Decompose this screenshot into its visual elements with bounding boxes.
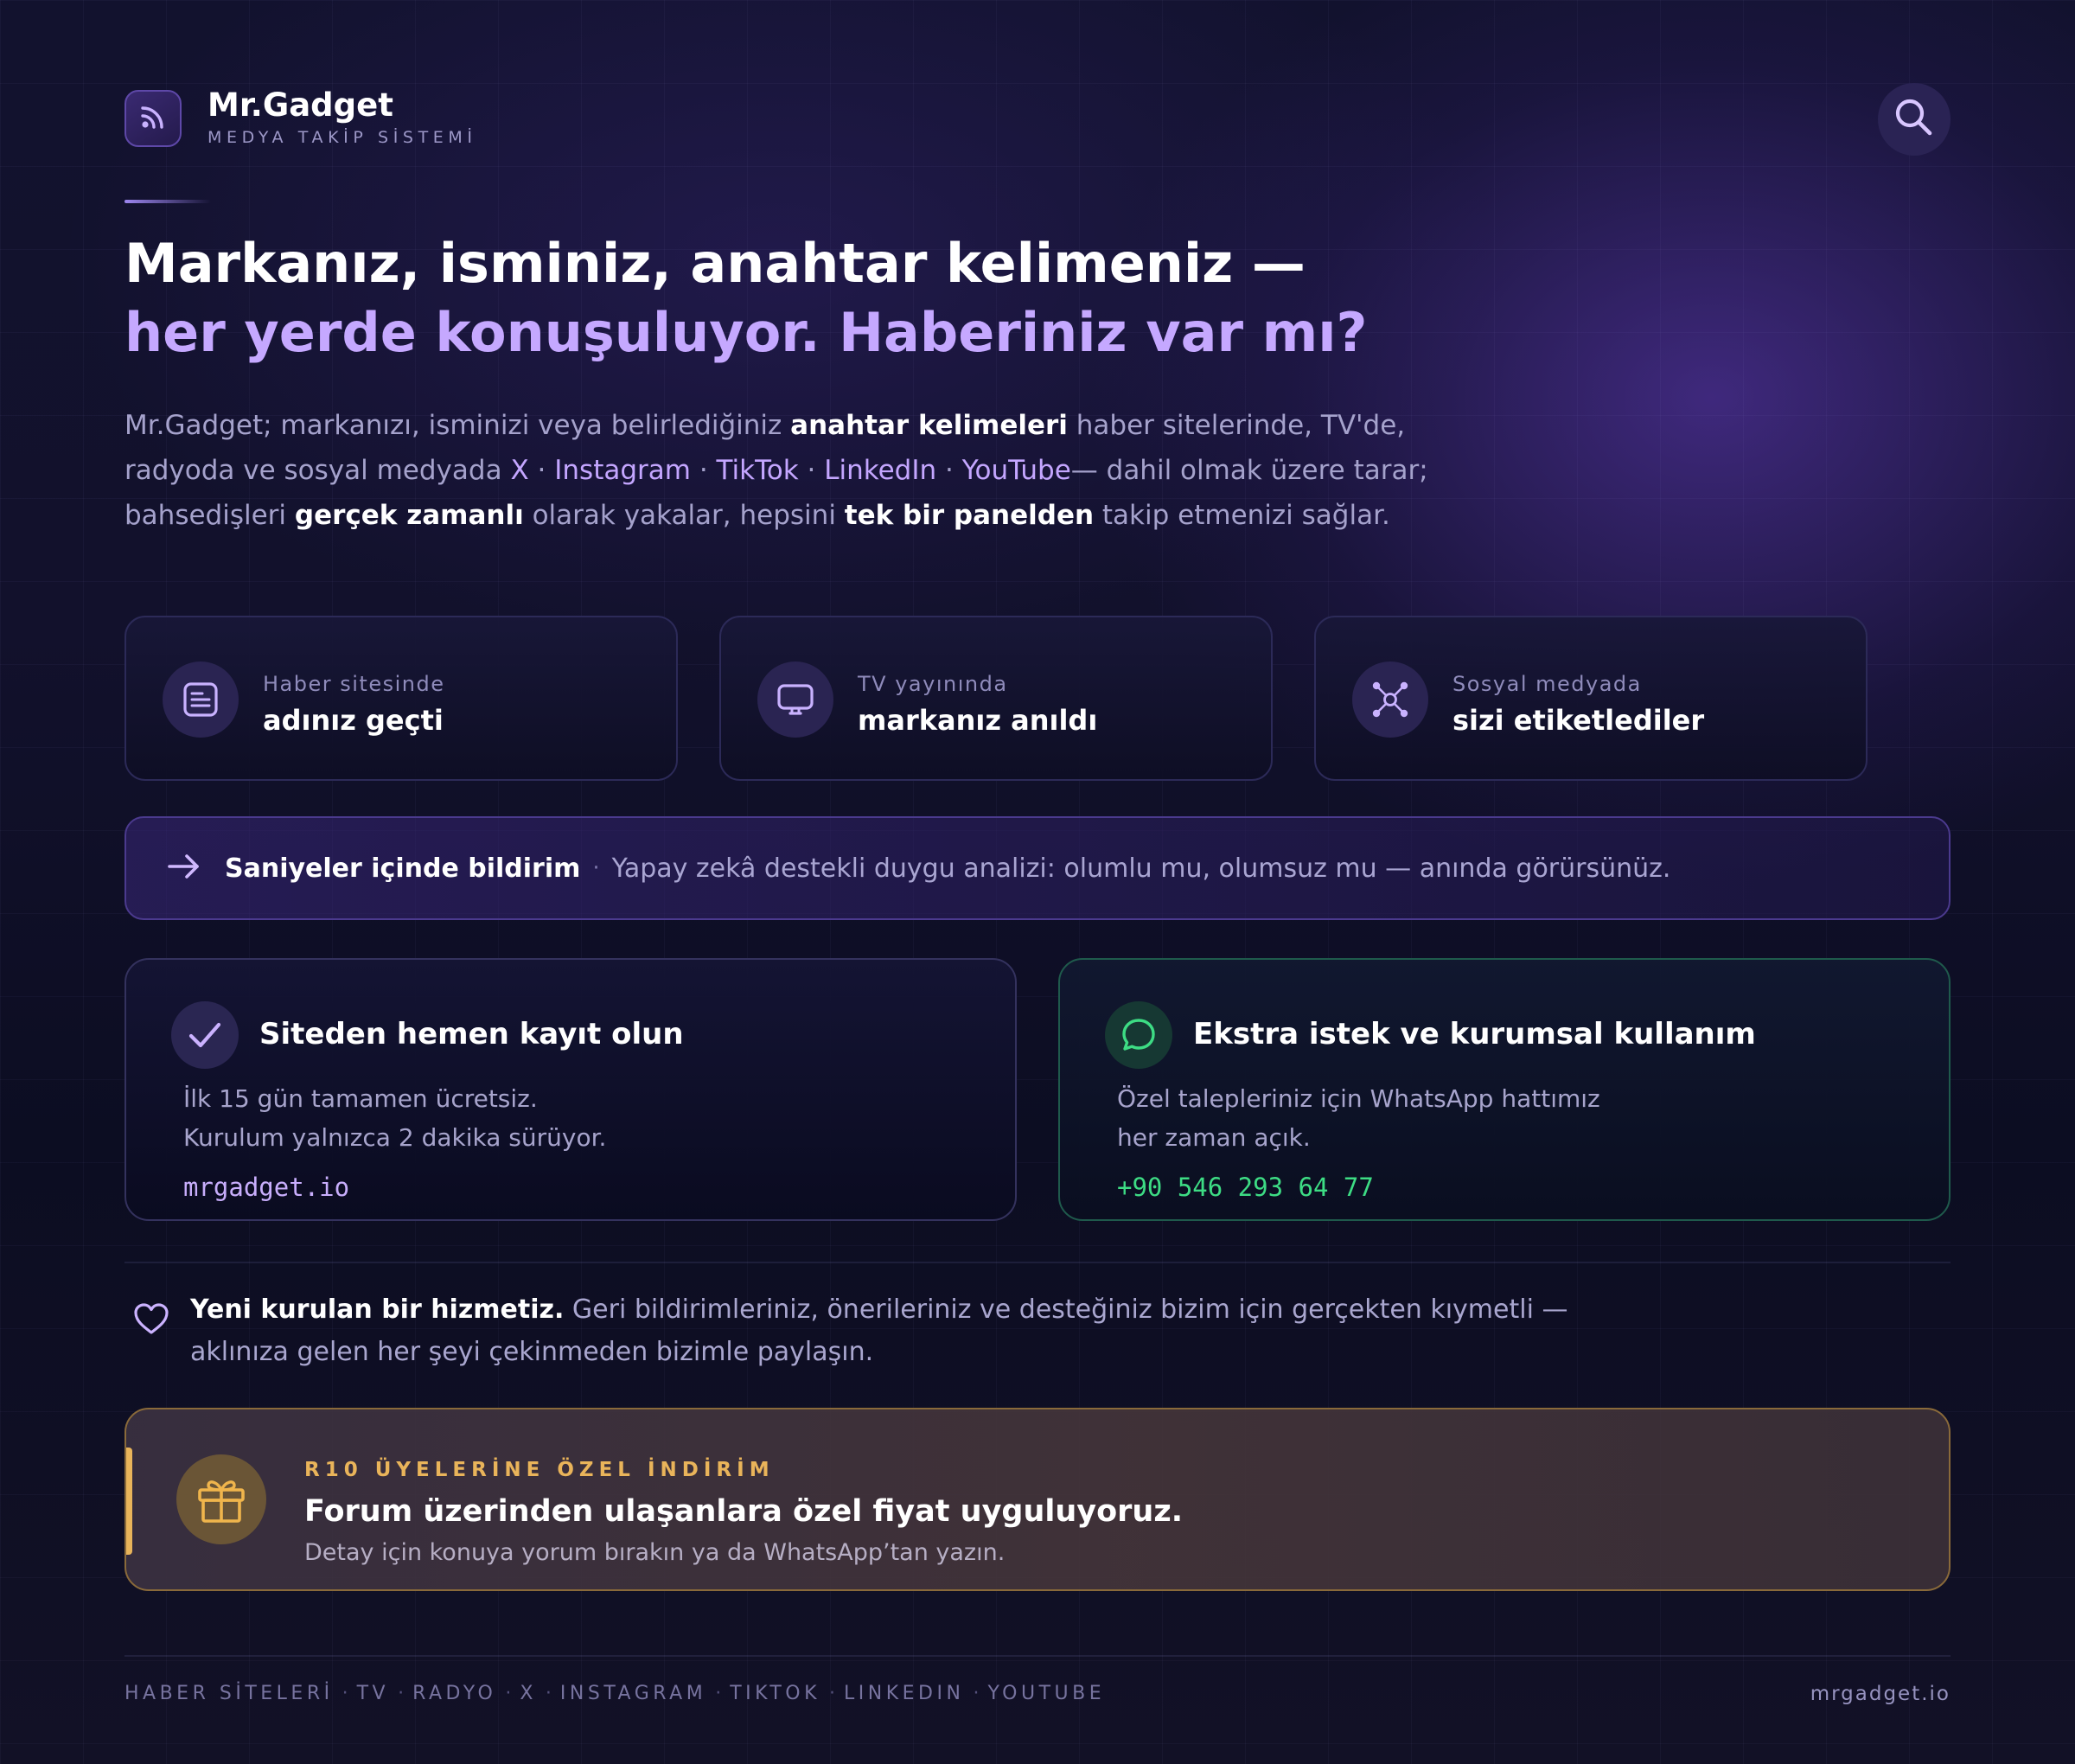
intro-text: Mr.Gadget; markanızı, isminizi veya beli… — [124, 410, 791, 441]
feedback-line: aklınıza gelen her şeyi çekinmeden bizim… — [190, 1337, 874, 1367]
notification-text: Yapay zekâ destekli duygu analizi: oluml… — [611, 853, 1671, 884]
platform-linkedin: LinkedIn — [824, 455, 937, 486]
signup-card: Siteden hemen kayıt olun İlk 15 gün tama… — [124, 958, 1017, 1221]
check-icon — [171, 1001, 239, 1069]
footer-channel: INSTAGRAM — [559, 1683, 707, 1704]
intro-highlight: gerçek zamanlı — [294, 500, 524, 531]
feedback-line: Geri bildirimleriniz, önerileriniz ve de… — [564, 1294, 1568, 1325]
mention-message: sizi etiketlediler — [1452, 704, 1705, 737]
platform-separator: · — [528, 455, 555, 486]
whatsapp-line: her zaman açık. — [1117, 1123, 1311, 1152]
footer-separator: · — [342, 1683, 348, 1704]
signup-link[interactable]: mrgadget.io — [183, 1173, 349, 1202]
signup-title: Siteden hemen kayıt olun — [259, 1017, 684, 1051]
promo-banner: R10 ÜYELERİNE ÖZEL İNDİRİM Forum üzerind… — [124, 1408, 1950, 1591]
footer-channel: HABER SİTELERİ — [124, 1683, 334, 1704]
intro-text: takip etmenizi sağlar. — [1094, 500, 1390, 531]
mention-source: TV yayınında — [858, 672, 1008, 696]
intro-text: bahsedişleri — [124, 500, 295, 531]
chat-bubble-icon — [1105, 1001, 1172, 1069]
promo-eyebrow: R10 ÜYELERİNE ÖZEL İNDİRİM — [304, 1459, 775, 1481]
footer-channel: YOUTUBE — [987, 1683, 1106, 1704]
footer-separator: · — [973, 1683, 980, 1704]
mention-source: Sosyal medyada — [1452, 672, 1642, 696]
platform-separator: · — [798, 455, 825, 486]
footer-channel: TIKTOK — [730, 1683, 821, 1704]
notification-separator: · — [592, 855, 600, 881]
hero-headline-accent: her yerde konuşuluyor. Haberiniz var mı? — [124, 301, 1368, 364]
search-icon — [1890, 93, 1938, 145]
brand-name: Mr.Gadget — [208, 86, 393, 124]
mention-message: adınız geçti — [263, 704, 444, 737]
feedback-highlight: Yeni kurulan bir hizmetiz. — [190, 1294, 565, 1325]
promo-accent-bar — [126, 1448, 132, 1555]
intro-text: haber sitelerinde, TV'de, — [1067, 410, 1406, 441]
accent-line — [124, 200, 211, 203]
news-icon — [163, 662, 239, 738]
footer-divider — [124, 1655, 1950, 1657]
notification-banner: Saniyeler içinde bildirim · Yapay zekâ d… — [124, 816, 1950, 920]
footer-channels: HABER SİTELERİ · TV · RADYO · X · INSTAGRAM · TIKT… — [124, 1683, 1105, 1704]
whatsapp-title: Ekstra istek ve kurumsal kullanım — [1193, 1017, 1756, 1051]
footer-channel: X — [520, 1683, 537, 1704]
mention-card-news: Haber sitesinde adınız geçti — [124, 616, 678, 781]
gift-icon — [176, 1454, 266, 1544]
intro-highlight: tek bir panelden — [844, 500, 1095, 531]
footer-domain-link[interactable]: mrgadget.io — [1810, 1683, 1950, 1705]
intro-text: — dahil olmak üzere tarar; — [1070, 455, 1428, 486]
signup-line: Kurulum yalnızca 2 dakika sürüyor. — [183, 1123, 607, 1152]
intro-text: olarak yakalar, hepsini — [523, 500, 845, 531]
intro-paragraph: Mr.Gadget; markanızı, isminizi veya beli… — [124, 403, 1456, 538]
intro-text: radyoda ve sosyal medyada — [124, 455, 511, 486]
whatsapp-description: Özel talepleriniz için WhatsApp hattımız… — [1117, 1079, 1600, 1157]
footer-separator: · — [829, 1683, 836, 1704]
whatsapp-line: Özel talepleriniz için WhatsApp hattımız — [1117, 1084, 1600, 1113]
platform-x: X — [510, 455, 529, 486]
intro-highlight: anahtar kelimeleri — [790, 410, 1068, 441]
search-button[interactable] — [1878, 83, 1950, 156]
footer-channel: TV — [356, 1683, 390, 1704]
mention-card-tv: TV yayınında markanız anıldı — [719, 616, 1273, 781]
hero-headline: Markanız, isminiz, anahtar kelimeniz — — [124, 232, 1306, 295]
notification-title: Saniyeler içinde bildirim — [225, 853, 581, 884]
mention-message: markanız anıldı — [858, 704, 1098, 737]
platform-tiktok: TikTok — [716, 455, 799, 486]
feedback-text: Yeni kurulan bir hizmetiz. Geri bildirim… — [190, 1288, 1567, 1373]
mention-source: Haber sitesinde — [263, 672, 445, 696]
platform-separator: · — [690, 455, 717, 486]
network-icon — [1352, 662, 1428, 738]
platform-youtube: YouTube — [961, 455, 1071, 486]
heart-icon — [131, 1301, 171, 1340]
arrow-right-icon — [166, 848, 202, 888]
brand-tagline: MEDYA TAKİP SİSTEMİ — [208, 128, 477, 147]
signup-line: İlk 15 gün tamamen ücretsiz. — [183, 1084, 538, 1113]
footer-separator: · — [505, 1683, 512, 1704]
mention-card-social: Sosyal medyada sizi etiketlediler — [1314, 616, 1868, 781]
signup-description: İlk 15 gün tamamen ücretsiz. Kurulum yal… — [183, 1079, 606, 1157]
promo-title: Forum üzerinden ulaşanlara özel fiyat uy… — [304, 1494, 1183, 1529]
rss-icon — [137, 101, 169, 136]
footer-separator: · — [545, 1683, 552, 1704]
footer-separator: · — [715, 1683, 722, 1704]
platform-instagram: Instagram — [554, 455, 691, 486]
whatsapp-phone-link[interactable]: +90 546 293 64 77 — [1117, 1173, 1374, 1202]
platform-separator: · — [936, 455, 962, 486]
footer-channel: LINKEDIN — [844, 1683, 965, 1704]
whatsapp-card: Ekstra istek ve kurumsal kullanım Özel t… — [1058, 958, 1950, 1221]
footer-separator: · — [398, 1683, 405, 1704]
section-divider — [124, 1262, 1950, 1263]
logo[interactable] — [124, 90, 182, 147]
tv-icon — [757, 662, 833, 738]
promo-subtitle: Detay için konuya yorum bırakın ya da Wh… — [304, 1539, 1006, 1566]
footer-channel: RADYO — [412, 1683, 497, 1704]
